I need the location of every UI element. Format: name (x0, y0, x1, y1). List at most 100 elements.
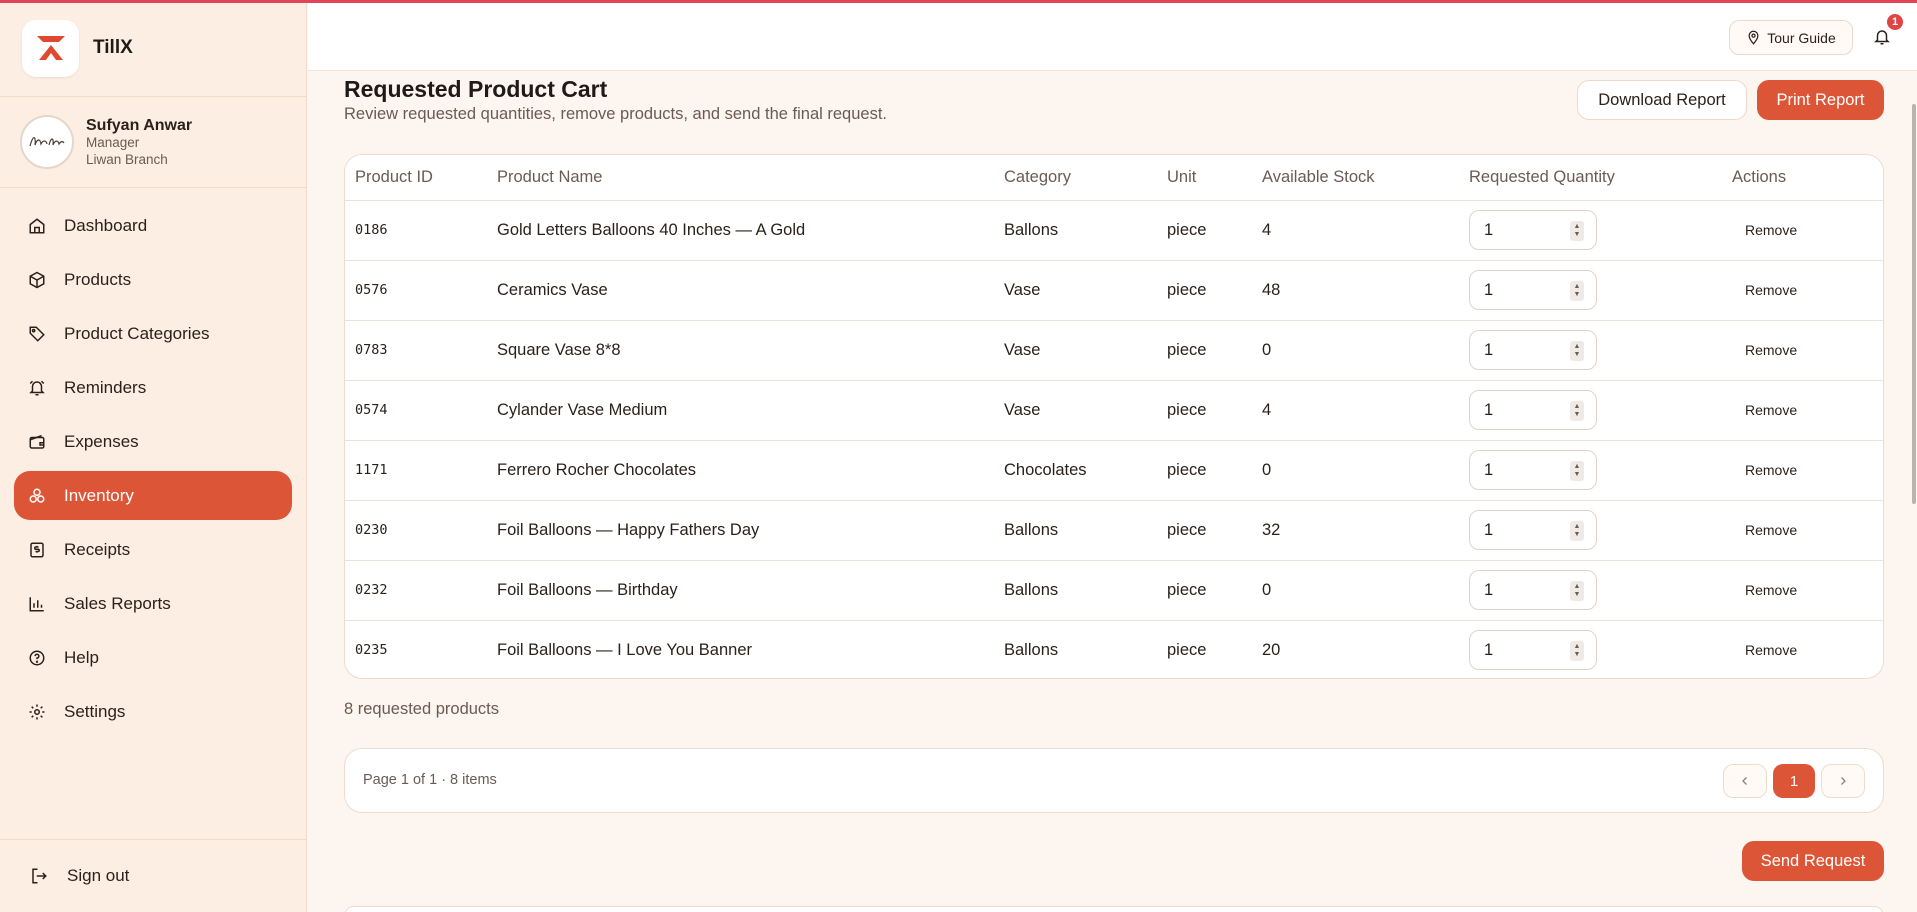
tag-icon (27, 324, 47, 344)
table-row: 1171 Ferrero Rocher Chocolates Chocolate… (345, 440, 1883, 501)
sidebar-item-dashboard[interactable]: Dashboard (14, 201, 292, 250)
product-name-cell: Gold Letters Balloons 40 Inches — A Gold (497, 200, 1004, 261)
page-title: Requested Product Cart (344, 76, 608, 102)
sign-out-button[interactable]: Sign out (0, 839, 306, 912)
table-row: 0232 Foil Balloons — Birthday Ballons pi… (345, 560, 1883, 621)
quantity-stepper[interactable]: 1 ▲ ▼ (1469, 210, 1597, 250)
unit-cell: piece (1167, 320, 1262, 381)
sidebar-item-label: Product Categories (64, 323, 210, 343)
table-header-row: Product ID Product Name Category Unit Av… (345, 155, 1883, 201)
requested-quantity-cell: 1 ▲ ▼ (1469, 200, 1732, 261)
product-name-cell: Foil Balloons — I Love You Banner (497, 640, 753, 659)
page-subtitle: Review requested quantities, remove prod… (344, 105, 887, 123)
requested-quantity-cell: 1 ▲ ▼ (1469, 260, 1732, 321)
chevron-left-icon (1742, 777, 1747, 785)
available-stock-cell: 4 (1262, 200, 1469, 261)
product-name-cell: Square Vase 8*8 (497, 320, 1004, 381)
available-stock-cell: 32 (1262, 500, 1469, 561)
sidebar-item-sales-reports[interactable]: Sales Reports (14, 579, 292, 628)
sidebar-item-products[interactable]: Products (14, 255, 292, 304)
chevron-right-icon (1841, 777, 1846, 785)
tillx-logo-icon (36, 36, 65, 60)
quantity-value: 1 (1484, 280, 1494, 299)
product-id-cell: 0574 (345, 380, 497, 441)
stepper-arrows-icon[interactable]: ▲ ▼ (1570, 581, 1584, 601)
stepper-arrows-icon[interactable]: ▲ ▼ (1570, 521, 1584, 541)
table-row: 0186 Gold Letters Balloons 40 Inches — A… (345, 200, 1883, 261)
page-scrollbar[interactable] (1912, 104, 1916, 504)
stepper-arrows-icon[interactable]: ▲ ▼ (1570, 401, 1584, 421)
user-profile[interactable]: Sufyan Anwar Manager Liwan Branch (0, 97, 306, 188)
quantity-stepper[interactable]: 1 ▲ ▼ (1469, 270, 1597, 310)
column-header-available-stock: Available Stock (1262, 155, 1469, 201)
sidebar-item-label: Settings (64, 701, 126, 721)
actions-cell: Remove (1732, 200, 1883, 261)
sidebar-item-settings[interactable]: Settings (14, 687, 292, 736)
next-page-button[interactable] (1821, 764, 1865, 798)
user-name: Sufyan Anwar (86, 117, 193, 135)
table-row: 0230 Foil Balloons — Happy Fathers Day B… (345, 500, 1883, 561)
box-icon (27, 270, 47, 290)
stepper-arrows-icon[interactable]: ▲ ▼ (1570, 281, 1584, 301)
remove-button[interactable]: Remove (1732, 282, 1797, 298)
sidebar-item-help[interactable]: Help (14, 633, 292, 682)
quantity-stepper[interactable]: 1 ▲ ▼ (1469, 630, 1597, 671)
column-header-category: Category (1004, 155, 1167, 201)
category-cell: Ballons (1004, 640, 1059, 659)
sidebar-item-inventory[interactable]: Inventory (14, 471, 292, 520)
quantity-value: 1 (1484, 340, 1494, 359)
quantity-stepper[interactable]: 1 ▲ ▼ (1469, 450, 1597, 490)
user-branch: Liwan Branch (86, 151, 168, 167)
sidebar-item-reminders[interactable]: Reminders (14, 363, 292, 412)
remove-button[interactable]: Remove (1732, 222, 1797, 238)
unit-cell: piece (1167, 440, 1262, 501)
remove-button[interactable]: Remove (1732, 522, 1797, 538)
next-section-card (344, 906, 1884, 912)
bar-chart-icon (27, 594, 47, 614)
send-request-button[interactable]: Send Request (1742, 841, 1884, 881)
stepper-arrows-icon[interactable]: ▲ ▼ (1570, 341, 1584, 361)
remove-button[interactable]: Remove (1732, 642, 1797, 658)
sidebar-item-receipts[interactable]: Receipts (14, 525, 292, 574)
print-report-button[interactable]: Print Report (1757, 80, 1884, 120)
download-report-button[interactable]: Download Report (1577, 80, 1747, 120)
tour-guide-button[interactable]: Tour Guide (1729, 20, 1853, 55)
remove-button[interactable]: Remove (1732, 342, 1797, 358)
requested-quantity-cell: 1 ▲ ▼ (1469, 620, 1732, 678)
quantity-value: 1 (1484, 220, 1494, 239)
available-stock-cell: 0 (1262, 560, 1469, 621)
remove-button[interactable]: Remove (1732, 582, 1797, 598)
app-logo[interactable] (22, 19, 79, 77)
quantity-stepper[interactable]: 1 ▲ ▼ (1469, 570, 1597, 610)
wallet-icon (27, 432, 47, 452)
stepper-arrows-icon[interactable]: ▲ ▼ (1570, 461, 1584, 481)
unit-cell: piece (1167, 380, 1262, 441)
notification-badge: 1 (1887, 14, 1903, 30)
remove-button[interactable]: Remove (1732, 462, 1797, 478)
column-header-unit: Unit (1167, 155, 1262, 201)
page-1-button[interactable]: 1 (1773, 764, 1815, 798)
requested-quantity-cell: 1 ▲ ▼ (1469, 380, 1732, 441)
sidebar: TillX Sufyan Anwar Manager Liwan Branch … (0, 0, 307, 912)
sidebar-item-product-categories[interactable]: Product Categories (14, 309, 292, 358)
table-row: 0783 Square Vase 8*8 Vase piece 0 1 ▲ ▼ R… (345, 320, 1883, 381)
sidebar-item-expenses[interactable]: Expenses (14, 417, 292, 466)
stepper-arrows-icon[interactable]: ▲ ▼ (1570, 221, 1584, 241)
quantity-stepper[interactable]: 1 ▲ ▼ (1469, 330, 1597, 370)
category-cell: Vase (1004, 380, 1167, 441)
requested-quantity-cell: 1 ▲ ▼ (1469, 440, 1732, 501)
product-id-cell: 0576 (345, 260, 497, 321)
actions-cell: Remove (1732, 440, 1883, 501)
sidebar-item-label: Expenses (64, 431, 139, 451)
sidebar-item-label: Reminders (64, 377, 147, 397)
help-circle-icon (27, 648, 47, 668)
quantity-stepper[interactable]: 1 ▲ ▼ (1469, 390, 1597, 430)
remove-button[interactable]: Remove (1732, 402, 1797, 418)
category-cell: Ballons (1004, 500, 1167, 561)
category-cell: Ballons (1004, 560, 1167, 621)
quantity-stepper[interactable]: 1 ▲ ▼ (1469, 510, 1597, 550)
category-cell: Ballons (1004, 200, 1167, 261)
previous-page-button[interactable] (1723, 764, 1767, 798)
receipt-icon (27, 540, 47, 560)
stepper-arrows-icon[interactable]: ▲ ▼ (1570, 641, 1584, 662)
